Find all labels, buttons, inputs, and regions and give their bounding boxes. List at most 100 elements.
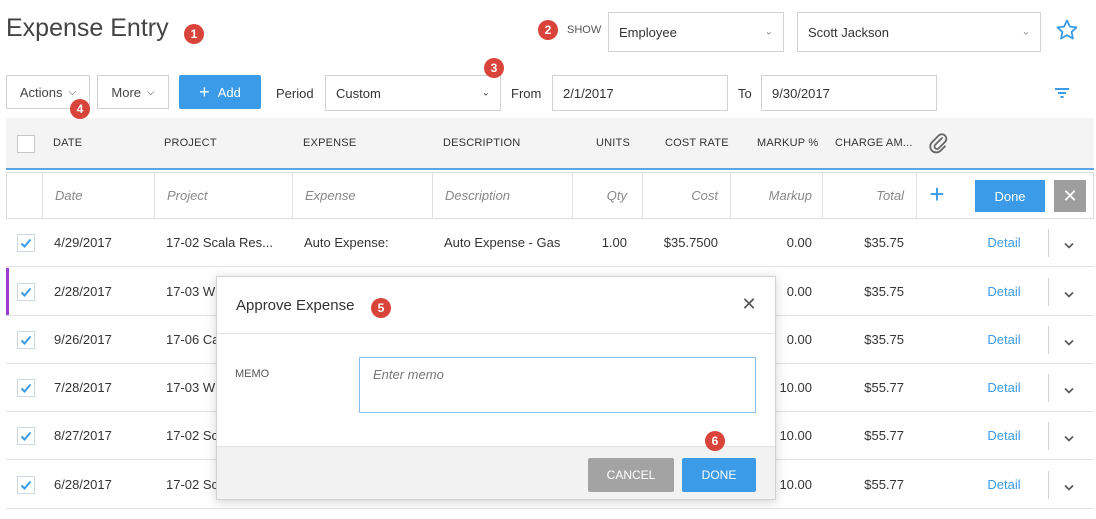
chevron-down-icon[interactable] <box>1064 334 1074 349</box>
star-icon[interactable] <box>1055 18 1079 42</box>
entry-spacer <box>7 173 43 218</box>
checkmark-icon <box>20 335 32 345</box>
actions-label: Actions <box>19 84 63 100</box>
annotation-badge: 4 <box>70 99 90 119</box>
entry-total-input[interactable]: Total <box>823 173 917 218</box>
memo-label: MEMO <box>235 368 270 380</box>
cancel-button[interactable]: CANCEL <box>588 458 674 492</box>
done-button[interactable]: DONE <box>682 458 756 492</box>
annotation-badge: 2 <box>538 20 558 40</box>
add-attachment-plus-icon[interactable]: + <box>925 181 949 207</box>
select-all-checkbox[interactable] <box>17 135 35 153</box>
entry-date-input[interactable]: Date <box>43 173 155 218</box>
chevron-down-icon: ⌄ <box>1021 26 1030 38</box>
row-checkbox[interactable] <box>17 476 35 494</box>
cell-charge-amount: $35.75 <box>864 284 904 299</box>
approve-expense-dialog: Approve Expense ✕ MEMO CANCEL DONE <box>216 276 776 500</box>
employee-select[interactable]: Scott Jackson ⌄ <box>797 12 1041 52</box>
show-label: SHOW <box>567 24 602 36</box>
detail-link[interactable]: Detail <box>974 364 1034 411</box>
plus-icon: + <box>199 82 210 102</box>
divider <box>1048 278 1049 306</box>
cell-charge-amount: $35.75 <box>864 332 904 347</box>
to-date-input[interactable]: 9/30/2017 <box>761 75 937 111</box>
entry-expense-input[interactable]: Expense <box>293 173 433 218</box>
cell-units: 1.00 <box>601 235 627 250</box>
paperclip-icon <box>929 133 948 154</box>
show-type-value: Employee <box>619 24 677 40</box>
checkmark-icon <box>20 431 32 441</box>
annotation-badge: 1 <box>184 24 204 44</box>
divider <box>1048 229 1049 257</box>
header-date[interactable]: DATE <box>53 137 82 149</box>
period-select[interactable]: Custom ⌄ <box>325 75 501 111</box>
period-value: Custom <box>336 85 381 101</box>
annotation-badge: 5 <box>371 298 391 318</box>
chevron-down-icon[interactable] <box>1064 479 1074 494</box>
divider <box>1048 326 1049 354</box>
row-checkbox[interactable] <box>17 427 35 445</box>
from-date-input[interactable]: 2/1/2017 <box>552 75 728 111</box>
dialog-title: Approve Expense <box>236 297 355 314</box>
table-header: DATE PROJECT EXPENSE DESCRIPTION UNITS C… <box>6 118 1094 170</box>
header-description[interactable]: DESCRIPTION <box>443 137 520 149</box>
header-cost-rate[interactable]: COST RATE <box>665 137 729 149</box>
chevron-down-icon: ⌵ <box>147 86 155 98</box>
cell-date: 8/27/2017 <box>54 428 112 443</box>
detail-link[interactable]: Detail <box>974 461 1034 508</box>
entry-cost-input[interactable]: Cost <box>643 173 731 218</box>
cell-date: 2/28/2017 <box>54 284 112 299</box>
checkmark-icon <box>20 238 32 248</box>
chevron-down-icon[interactable] <box>1064 382 1074 397</box>
memo-input[interactable] <box>359 357 756 413</box>
show-type-select[interactable]: Employee ⌄ <box>608 12 784 52</box>
cell-date: 6/28/2017 <box>54 477 112 492</box>
detail-link[interactable]: Detail <box>974 268 1034 315</box>
cell-date: 7/28/2017 <box>54 380 112 395</box>
cell-description: Auto Expense - Gas <box>444 235 561 250</box>
header-charge-amount[interactable]: CHARGE AM... <box>835 137 913 149</box>
chevron-down-icon[interactable] <box>1064 237 1074 252</box>
header-units[interactable]: UNITS <box>596 137 630 149</box>
more-button[interactable]: More ⌵ <box>97 75 169 109</box>
header-project[interactable]: PROJECT <box>164 137 217 149</box>
entry-markup-input[interactable]: Markup <box>731 173 823 218</box>
more-label: More <box>111 84 142 100</box>
cell-project: 17-02 Scala Res... <box>166 235 273 250</box>
cell-charge-amount: $55.77 <box>864 477 904 492</box>
detail-link[interactable]: Detail <box>974 412 1034 459</box>
entry-qty-input[interactable]: Qty <box>573 173 643 218</box>
annotation-badge: 3 <box>484 58 504 78</box>
close-icon[interactable]: ✕ <box>741 295 757 313</box>
divider <box>1048 374 1049 402</box>
entry-project-input[interactable]: Project <box>155 173 293 218</box>
add-button[interactable]: + Add <box>179 75 261 109</box>
checkmark-icon <box>20 287 32 297</box>
header-expense[interactable]: EXPENSE <box>303 137 356 149</box>
dialog-footer: CANCEL DONE <box>217 446 775 499</box>
detail-link[interactable]: Detail <box>974 316 1034 363</box>
checkmark-icon <box>20 480 32 490</box>
entry-description-input[interactable]: Description <box>433 173 573 218</box>
table-row[interactable]: 4/29/2017 17-02 Scala Res... Auto Expense:… <box>6 219 1094 267</box>
chevron-down-icon[interactable] <box>1064 430 1074 445</box>
entry-cancel-close-icon[interactable]: ✕ <box>1054 180 1086 212</box>
employee-value: Scott Jackson <box>808 24 889 40</box>
detail-link[interactable]: Detail <box>974 219 1034 266</box>
header-markup[interactable]: MARKUP % <box>757 137 818 149</box>
row-checkbox[interactable] <box>17 234 35 252</box>
filter-icon[interactable] <box>1054 86 1070 100</box>
row-checkbox[interactable] <box>17 331 35 349</box>
entry-done-button[interactable]: Done <box>975 180 1045 212</box>
cell-date: 9/26/2017 <box>54 332 112 347</box>
dialog-header: Approve Expense ✕ <box>217 277 775 334</box>
chevron-down-icon[interactable] <box>1064 286 1074 301</box>
cell-charge-amount: $35.75 <box>864 235 904 250</box>
cell-expense: Auto Expense: <box>304 235 389 250</box>
new-entry-row: Date Project Expense Description Qty Cos… <box>6 172 1094 219</box>
row-checkbox[interactable] <box>17 379 35 397</box>
to-date-value: 9/30/2017 <box>772 85 830 101</box>
cell-date: 4/29/2017 <box>54 235 112 250</box>
cell-cost-rate: $35.7500 <box>663 235 718 250</box>
row-checkbox[interactable] <box>17 283 35 301</box>
